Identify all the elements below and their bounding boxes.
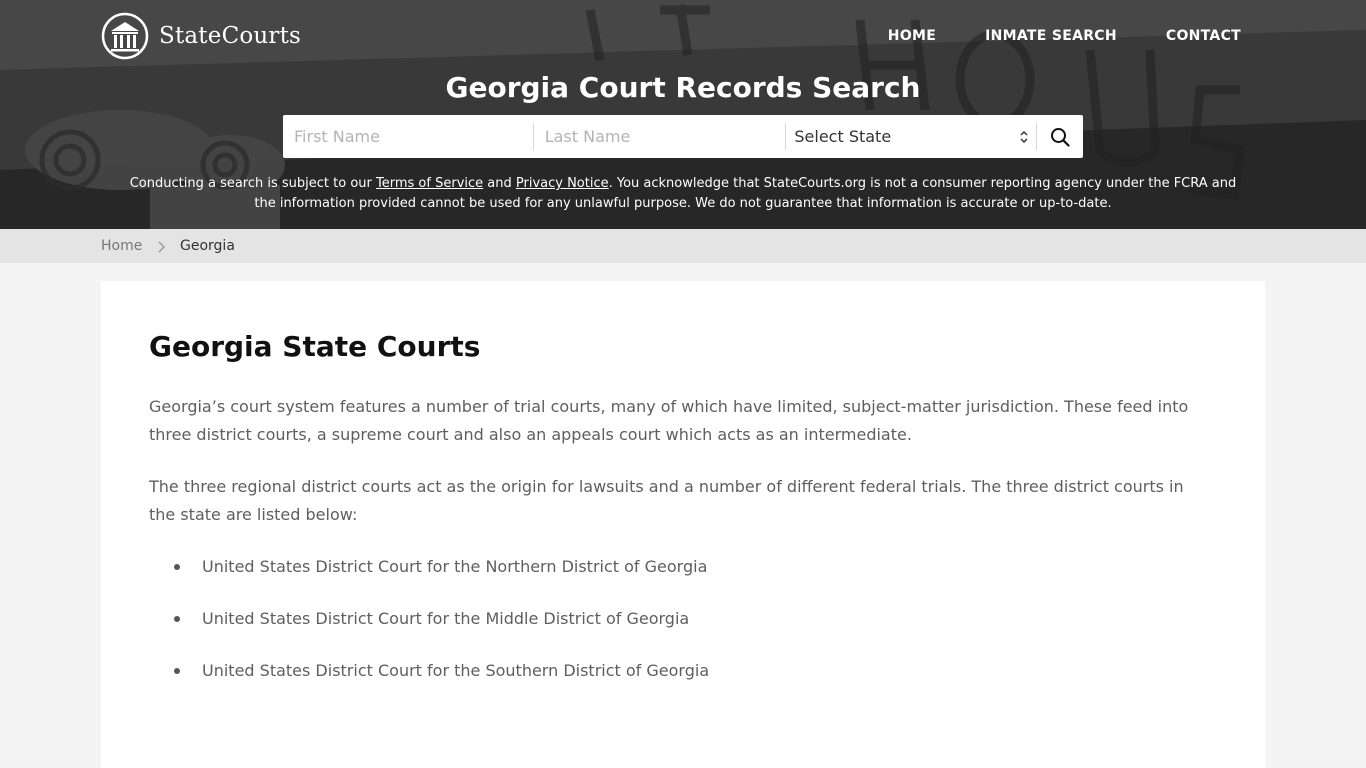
court-name: United States District Court for the Nor… [202,557,708,576]
bullet-icon [174,668,180,674]
chevron-right-icon [158,241,165,253]
search-disclaimer: Conducting a search is subject to our Te… [125,174,1241,214]
court-name: United States District Court for the Sou… [202,661,710,680]
list-item: United States District Court for the Sou… [149,657,709,685]
last-name-input[interactable] [533,115,786,158]
statecourts-logo[interactable]: StateCourts [101,12,301,60]
nav-contact[interactable]: CONTACT [1166,26,1241,46]
search-submit-button[interactable] [1037,115,1083,158]
breadcrumb: Home Georgia [0,229,1366,263]
terms-of-service-link[interactable]: Terms of Service [376,176,483,191]
page-title: Georgia State Courts [149,330,481,363]
hero-banner: StateCourts HOME INMATE SEARCH CONTACT G… [0,0,1366,229]
district-courts-list: United States District Court for the Nor… [149,553,709,709]
nav-home[interactable]: HOME [888,26,936,46]
state-select[interactable]: Select State [786,115,1036,158]
first-name-input[interactable] [283,115,533,158]
court-name: United States District Court for the Mid… [202,609,690,628]
search-form: Select State [283,115,1083,158]
list-item: United States District Court for the Mid… [149,605,709,633]
main-nav: HOME INMATE SEARCH CONTACT [839,26,1241,46]
district-courts-paragraph: The three regional district courts act a… [149,477,1184,524]
bullet-icon [174,564,180,570]
privacy-notice-link[interactable]: Privacy Notice [516,176,609,191]
intro-paragraph: Georgia’s court system features a number… [149,397,1189,444]
courthouse-logo-icon [101,12,149,60]
search-icon [1051,127,1070,147]
list-item: United States District Court for the Nor… [149,553,709,581]
select-arrows-icon [1020,130,1028,143]
brand-name: StateCourts [159,23,302,49]
content-card: Georgia State Courts Georgia’s court sys… [101,281,1265,768]
state-select-value: Select State [794,127,892,146]
breadcrumb-home-link[interactable]: Home [101,236,142,256]
hero-title: Georgia Court Records Search [445,71,921,104]
breadcrumb-current: Georgia [180,238,235,254]
nav-inmate-search[interactable]: INMATE SEARCH [985,26,1117,46]
disclaimer-text: Conducting a search is subject to our [129,176,377,191]
bullet-icon [174,616,180,622]
disclaimer-text: and [483,176,516,191]
